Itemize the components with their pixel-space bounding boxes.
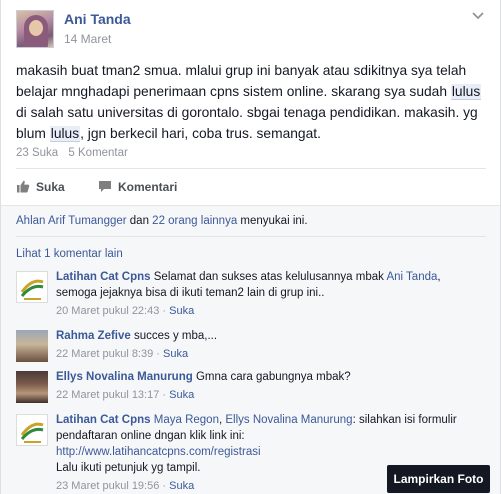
liker-name[interactable]: Ahlan Arif Tumangger	[16, 215, 127, 227]
attach-photo-button[interactable]: Lampirkan Foto	[387, 465, 490, 493]
commenter-name[interactable]: Latihan Cat Cpns	[56, 271, 151, 283]
comment-icon	[99, 181, 111, 192]
commenter-avatar[interactable]	[16, 414, 48, 446]
author-avatar[interactable]	[16, 10, 54, 48]
comment-like-link[interactable]: Suka	[169, 480, 194, 492]
comment-time[interactable]: 23 Maret pukul 19:56	[56, 480, 159, 492]
others-link[interactable]: 22 orang lainnya	[152, 215, 237, 227]
commenter-name[interactable]: Rahma Zefive	[56, 330, 131, 342]
latihan-cat-logo-icon	[20, 279, 44, 300]
comments-section: Ahlan Arif Tumangger dan 22 orang lainny…	[1, 205, 500, 494]
comment-body: Ellys Novalina Manurung Gmna cara gabung…	[56, 369, 484, 403]
comment-body: Rahma Zefive succes y mba,... 22 Maret p…	[56, 328, 484, 362]
post-stats: 23 Suka 5 Komentar	[16, 147, 128, 159]
mention-link[interactable]: Ani Tanda	[386, 271, 437, 283]
comments-count[interactable]: 5 Komentar	[68, 147, 127, 159]
hashtag-highlight[interactable]: lulus	[49, 126, 81, 142]
comment-text: Gmna cara gabungnya mbak?	[192, 371, 351, 383]
commenter-name[interactable]: Ellys Novalina Manurung	[56, 371, 193, 383]
post-date[interactable]: 14 Maret	[64, 32, 111, 46]
post-text: makasih buat tman2 smua. mlalui grup ini…	[16, 60, 486, 144]
comment-time[interactable]: 20 Maret pukul 22:43	[56, 305, 159, 317]
hashtag-highlight[interactable]: lulus	[450, 84, 482, 100]
comment-time[interactable]: 22 Maret pukul 8:39	[56, 348, 153, 360]
comment-label: Komentari	[118, 180, 178, 194]
comment-time[interactable]: 22 Maret pukul 13:17	[56, 389, 159, 401]
mention-link[interactable]: Maya Regon	[154, 414, 219, 426]
post-card: Ani Tanda 14 Maret makasih buat tman2 sm…	[0, 0, 501, 494]
comment-meta: 20 Maret pukul 22:43 · Suka	[56, 305, 195, 317]
like-button[interactable]: Suka	[16, 180, 65, 194]
divider	[16, 168, 486, 169]
commenter-avatar[interactable]	[16, 330, 48, 362]
likes-summary: Ahlan Arif Tumangger dan 22 orang lainny…	[16, 215, 308, 227]
mention-link[interactable]: Ellys Novalina Manurung	[225, 414, 352, 426]
latihan-cat-logo-icon	[20, 422, 44, 443]
comment-text: succes y mba,...	[130, 330, 218, 342]
comment-body: Latihan Cat Cpns Selamat dan sukses atas…	[56, 269, 484, 319]
comment-like-link[interactable]: Suka	[169, 389, 194, 401]
likes-suffix: menyukai ini.	[237, 215, 308, 227]
likes-count[interactable]: 23 Suka	[16, 147, 58, 159]
post-header: Ani Tanda 14 Maret	[16, 4, 486, 50]
comment-meta: 22 Maret pukul 13:17 · Suka	[56, 389, 195, 401]
post-text-part: , jgn berkecil hari, coba trus. semangat…	[80, 126, 321, 141]
author-name[interactable]: Ani Tanda	[64, 11, 131, 27]
view-more-comments-link[interactable]: Lihat 1 komentar lain	[16, 248, 123, 260]
comment-like-link[interactable]: Suka	[169, 305, 194, 317]
like-label: Suka	[36, 180, 65, 194]
comment-like-link[interactable]: Suka	[163, 348, 188, 360]
comment-text: Selamat dan sukses atas kelulusannya mba…	[150, 271, 387, 283]
commenter-name[interactable]: Latihan Cat Cpns	[56, 414, 151, 426]
comment-text: semoga jejaknya bisa di ikuti teman2 lai…	[56, 287, 325, 299]
likes-connector: dan	[126, 215, 153, 227]
comment-text: ,	[437, 271, 441, 283]
chevron-down-icon[interactable]	[472, 12, 484, 20]
thumbs-up-icon	[17, 180, 30, 193]
post-text-part: makasih buat tman2 smua. mlalui grup ini…	[16, 63, 467, 99]
commenter-avatar[interactable]	[16, 371, 48, 403]
commenter-avatar[interactable]	[16, 271, 48, 303]
comment-button[interactable]: Komentari	[98, 180, 177, 194]
comment-meta: 22 Maret pukul 8:39 · Suka	[56, 348, 189, 360]
divider	[16, 236, 486, 237]
registration-link[interactable]: http://www.latihancatcpns.com/registrasi	[56, 444, 484, 460]
